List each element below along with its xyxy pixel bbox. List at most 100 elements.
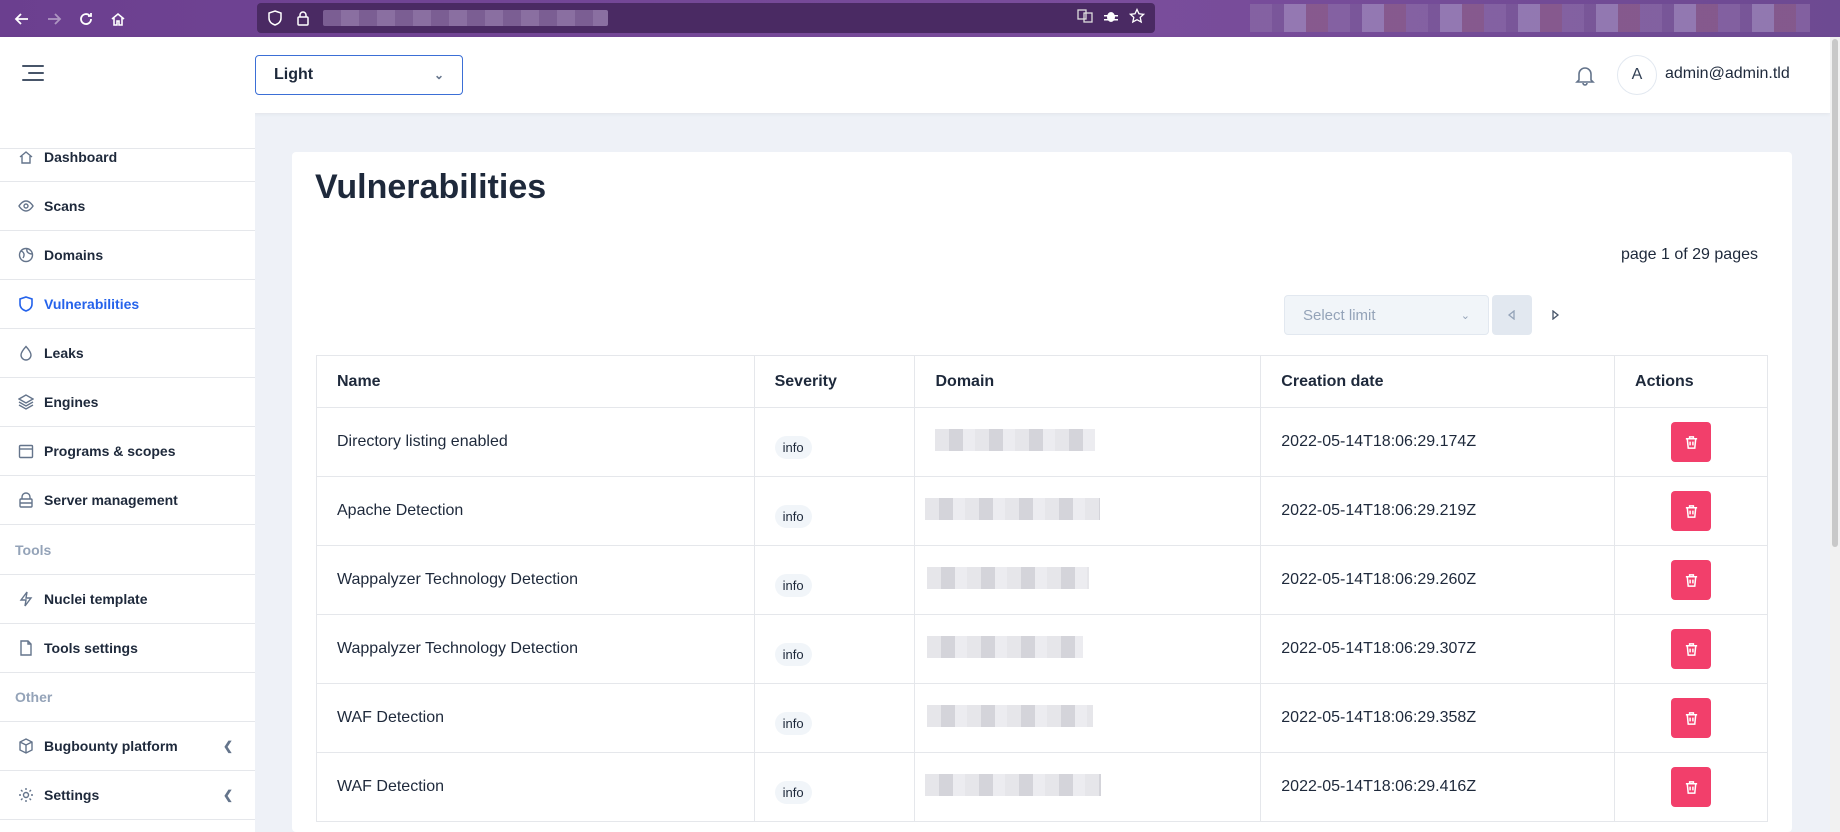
sidebar-item-scans[interactable]: Scans: [0, 182, 255, 231]
cell-name: Wappalyzer Technology Detection: [316, 614, 755, 684]
sidebar-item-settings[interactable]: Settings ❮: [0, 771, 255, 820]
cell-actions: [1614, 476, 1768, 546]
sidebar-item-vulnerabilities[interactable]: Vulnerabilities: [0, 280, 255, 329]
column-header-creation-date[interactable]: Creation date: [1260, 355, 1616, 408]
cell-actions: [1614, 614, 1768, 684]
chevron-down-icon: ⌄: [433, 68, 444, 82]
severity-badge: info: [774, 642, 812, 666]
domain-redacted: [927, 635, 1084, 658]
translate-icon[interactable]: [1077, 8, 1093, 29]
column-header-actions: Actions: [1614, 355, 1768, 408]
sidebar-item-label: Scans: [44, 198, 86, 214]
bell-icon[interactable]: [1574, 64, 1596, 86]
sidebar-item-nuclei-template[interactable]: Nuclei template: [0, 575, 255, 624]
cell-name: WAF Detection: [316, 752, 755, 822]
cell-domain: [914, 407, 1262, 477]
theme-select[interactable]: Light ⌄: [255, 55, 463, 95]
column-header-domain[interactable]: Domain: [914, 355, 1262, 408]
cell-creation-date: 2022-05-14T18:06:29.358Z: [1260, 683, 1616, 753]
avatar[interactable]: A: [1617, 55, 1657, 95]
delete-button[interactable]: [1671, 767, 1712, 807]
sidebar-item-label: Leaks: [44, 345, 84, 361]
sidebar-item-label: Vulnerabilities: [44, 296, 140, 312]
cell-domain: [914, 476, 1262, 546]
address-bar[interactable]: [257, 3, 1155, 33]
menu-toggle-icon[interactable]: [22, 65, 44, 83]
trash-icon: [1685, 573, 1697, 587]
file-icon: [18, 640, 34, 656]
sidebar-item-label: Programs & scopes: [44, 443, 176, 459]
avatar-initial: A: [1631, 66, 1643, 83]
table-row[interactable]: Directory listing enabled info 2022-05-1…: [316, 407, 1768, 477]
cell-name: WAF Detection: [316, 683, 755, 753]
bug-icon[interactable]: [1103, 8, 1119, 29]
theme-select-value: Light: [274, 66, 314, 83]
cell-creation-date: 2022-05-14T18:06:29.416Z: [1260, 752, 1616, 822]
column-header-name[interactable]: Name: [316, 355, 755, 408]
domain-redacted: [927, 566, 1090, 589]
page-title: Vulnerabilities: [315, 168, 547, 206]
sidebar-item-leaks[interactable]: Leaks: [0, 329, 255, 378]
trash-icon: [1685, 642, 1697, 656]
cell-domain: [914, 545, 1262, 615]
main-card: Vulnerabilities page 1 of 29 pages Selec…: [292, 152, 1792, 832]
domain-redacted: [927, 704, 1094, 727]
url-text-redacted: [323, 10, 608, 26]
sidebar-item-domains[interactable]: Domains: [0, 231, 255, 280]
forward-button[interactable]: [38, 0, 70, 37]
delete-button[interactable]: [1671, 629, 1712, 669]
previous-page-button[interactable]: [1492, 295, 1532, 335]
delete-button[interactable]: [1671, 491, 1712, 531]
sidebar-item-tools-settings[interactable]: Tools settings: [0, 624, 255, 673]
box-icon: [18, 738, 34, 754]
cell-name: Directory listing enabled: [316, 407, 755, 477]
cell-actions: [1614, 752, 1768, 822]
sidebar-item-bugbounty-platform[interactable]: Bugbounty platform ❮: [0, 722, 255, 771]
severity-badge: info: [774, 504, 812, 528]
severity-badge: info: [774, 780, 812, 804]
cell-name: Apache Detection: [316, 476, 755, 546]
calendar-icon: [18, 443, 34, 459]
trash-icon: [1685, 780, 1697, 794]
next-page-button[interactable]: [1535, 295, 1575, 335]
bolt-icon: [18, 591, 34, 607]
sidebar-item-server-management[interactable]: Server management: [0, 476, 255, 525]
delete-button[interactable]: [1671, 560, 1712, 600]
limit-select[interactable]: Select limit ⌄: [1284, 295, 1489, 335]
trash-icon: [1685, 435, 1697, 449]
chevron-left-icon: ❮: [222, 739, 233, 753]
shield-icon: [18, 296, 34, 312]
sidebar-item-label: Dashboard: [44, 149, 118, 165]
table-row[interactable]: WAF Detection info 2022-05-14T18:06:29.4…: [316, 752, 1768, 822]
table-row[interactable]: Wappalyzer Technology Detection info 202…: [316, 545, 1768, 615]
scrollbar-thumb[interactable]: [1832, 39, 1838, 547]
delete-button[interactable]: [1671, 422, 1712, 462]
pagination-info: page 1 of 29 pages: [1620, 246, 1758, 263]
sidebar-item-label: Bugbounty platform: [44, 738, 178, 754]
sidebar-section-tools: Tools: [15, 542, 52, 558]
column-header-severity[interactable]: Severity: [753, 355, 916, 408]
severity-badge: info: [774, 573, 812, 597]
star-icon[interactable]: [1128, 7, 1146, 29]
sidebar-item-engines[interactable]: Engines: [0, 378, 255, 427]
reload-button[interactable]: [70, 0, 102, 37]
sidebar-item-label: Tools settings: [44, 640, 138, 656]
cell-creation-date: 2022-05-14T18:06:29.260Z: [1260, 545, 1616, 615]
back-button[interactable]: [6, 0, 38, 37]
table-row[interactable]: Wappalyzer Technology Detection info 202…: [316, 614, 1768, 684]
extensions-redacted: [1250, 4, 1810, 32]
sidebar-item-dashboard[interactable]: Dashboard: [0, 133, 255, 182]
user-email[interactable]: admin@admin.tld: [1665, 65, 1790, 83]
cell-severity: info: [753, 407, 916, 477]
home-button[interactable]: [102, 0, 134, 37]
table-row[interactable]: Apache Detection info 2022-05-14T18:06:2…: [316, 476, 1768, 546]
arrow-left-icon: [14, 12, 28, 25]
reload-icon: [80, 12, 92, 25]
table-row[interactable]: WAF Detection info 2022-05-14T18:06:29.3…: [316, 683, 1768, 753]
globe-icon: [18, 247, 34, 263]
severity-badge: info: [774, 711, 812, 735]
delete-button[interactable]: [1671, 698, 1712, 738]
page-scrollbar[interactable]: [1830, 37, 1840, 832]
limit-select-placeholder: Select limit: [1303, 306, 1376, 324]
sidebar-item-programs-scopes[interactable]: Programs & scopes: [0, 427, 255, 476]
